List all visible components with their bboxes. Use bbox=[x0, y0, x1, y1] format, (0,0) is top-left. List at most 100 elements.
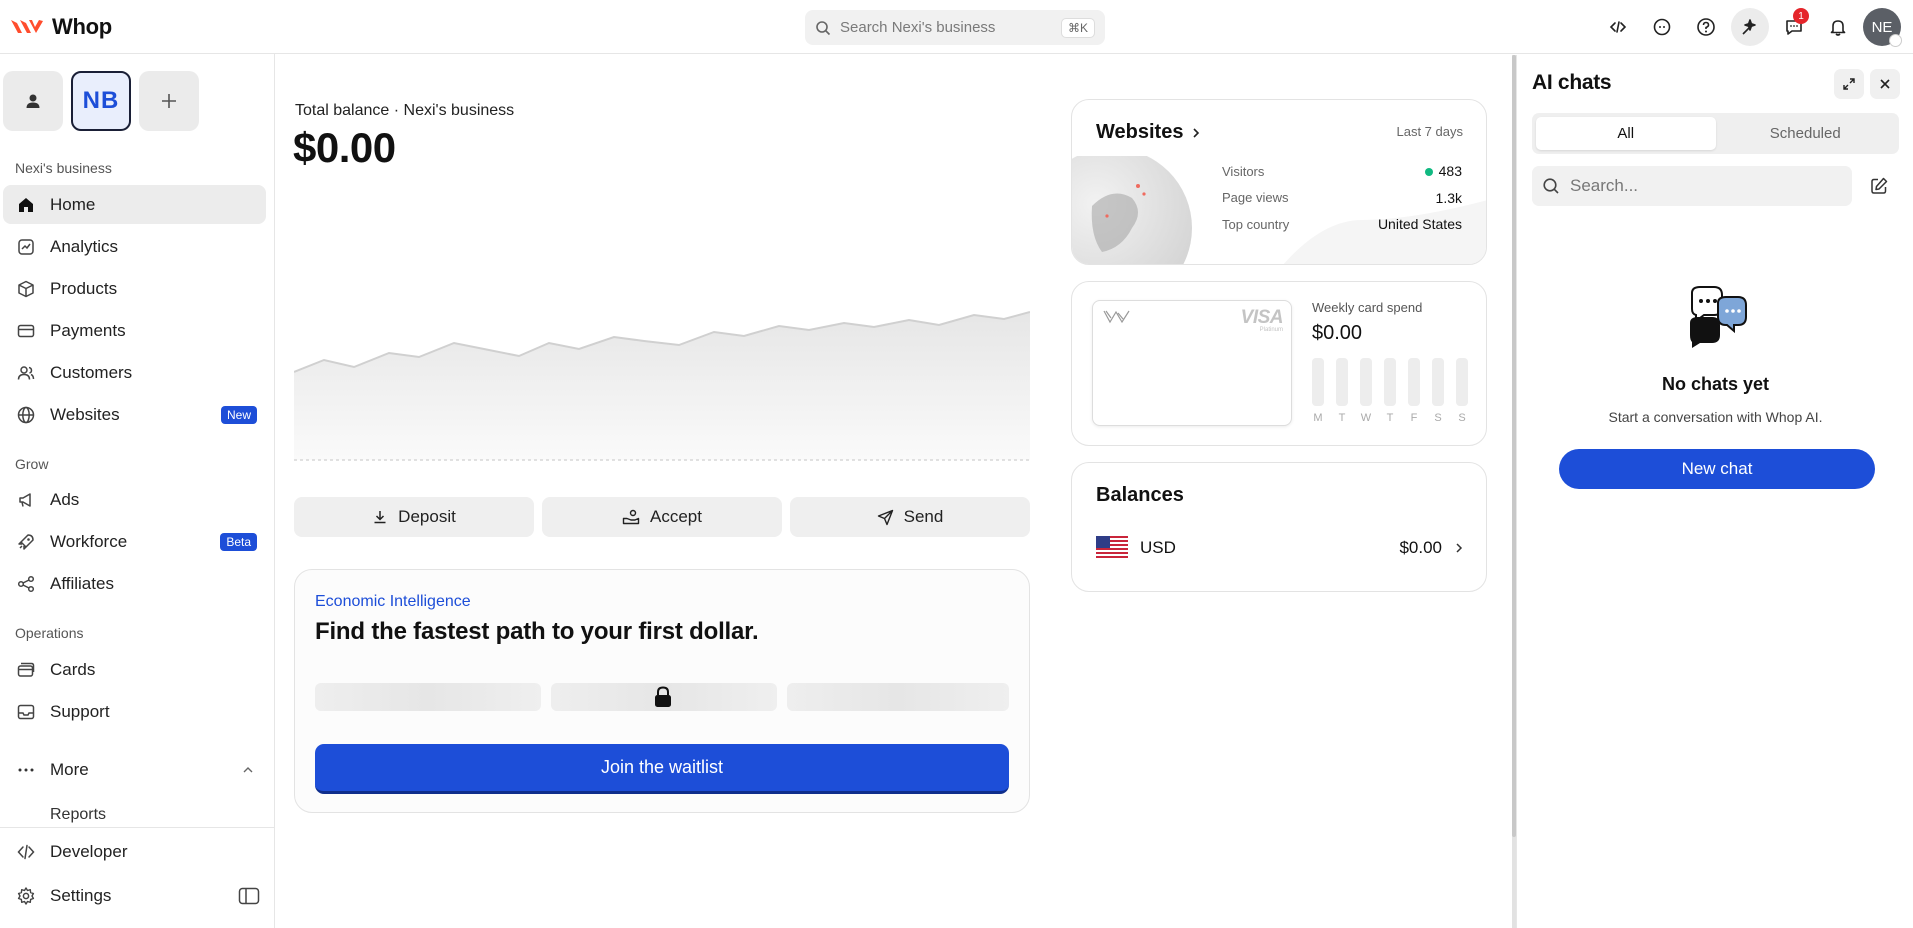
business-workspace-button[interactable]: NB bbox=[71, 71, 131, 131]
blurred-insight bbox=[315, 683, 541, 711]
search-icon bbox=[1542, 177, 1560, 195]
sidebar-item-label: Settings bbox=[50, 885, 112, 905]
spend-day-col: T bbox=[1384, 358, 1396, 424]
chat-search-input[interactable]: Search... bbox=[1532, 166, 1852, 206]
sparkle-icon[interactable] bbox=[1731, 8, 1769, 46]
card-spend-card[interactable]: VISA Platinum Weekly card spend $0.00 M … bbox=[1071, 281, 1487, 446]
tab-all[interactable]: All bbox=[1536, 117, 1716, 150]
expand-panel-button[interactable] bbox=[1834, 69, 1864, 99]
chevron-right-icon bbox=[1454, 542, 1464, 554]
sidebar-item-payments[interactable]: Payments bbox=[3, 311, 266, 350]
sidebar-collapse-icon[interactable] bbox=[238, 887, 260, 905]
section-label-grow: Grow bbox=[15, 456, 49, 472]
new-badge: New bbox=[220, 405, 257, 424]
sidebar-item-cards[interactable]: Cards bbox=[3, 650, 266, 689]
send-icon bbox=[877, 509, 894, 526]
weekly-spend-bars: M T W T F S S bbox=[1312, 358, 1468, 424]
balance-label: Total balance · Nexi's business bbox=[295, 102, 515, 119]
sidebar-item-support[interactable]: Support bbox=[3, 692, 266, 731]
personal-workspace-button[interactable] bbox=[3, 71, 63, 131]
help-icon[interactable] bbox=[1687, 8, 1725, 46]
balance-value: $0.00 bbox=[293, 124, 396, 171]
sidebar-item-label: Developer bbox=[50, 841, 128, 861]
sidebar-item-affiliates[interactable]: Affiliates bbox=[3, 564, 266, 603]
whop-logo[interactable]: Whop bbox=[10, 14, 112, 40]
tab-scheduled[interactable]: Scheduled bbox=[1716, 117, 1896, 150]
websites-card[interactable]: Websites Last 7 days Visitors 483 Page v… bbox=[1071, 99, 1487, 265]
send-label: Send bbox=[903, 507, 944, 526]
cards-icon bbox=[16, 660, 36, 680]
avatar-initials: NE bbox=[1871, 18, 1893, 36]
websites-card-header[interactable]: Websites bbox=[1096, 121, 1201, 144]
visa-card-image: VISA Platinum bbox=[1092, 300, 1292, 426]
messages-badge: 1 bbox=[1793, 8, 1809, 24]
global-search-input[interactable]: Search Nexi's business ⌘K bbox=[805, 10, 1105, 45]
send-button[interactable]: Send bbox=[790, 497, 1030, 537]
sidebar-item-websites[interactable]: Websites New bbox=[3, 395, 266, 434]
sidebar-more-toggle[interactable]: More bbox=[3, 750, 266, 789]
accept-button[interactable]: Accept bbox=[542, 497, 782, 537]
main-content: Total balance · Nexi's business $0.00 De… bbox=[276, 55, 1512, 928]
sidebar-item-ads[interactable]: Ads bbox=[3, 480, 266, 519]
code-icon bbox=[16, 842, 36, 862]
sidebar-item-products[interactable]: Products bbox=[3, 269, 266, 308]
user-avatar[interactable]: NE bbox=[1863, 8, 1902, 47]
code-icon[interactable] bbox=[1599, 8, 1637, 46]
new-chat-button[interactable]: New chat bbox=[1559, 449, 1875, 489]
accept-label: Accept bbox=[650, 507, 702, 526]
balance-row-usd[interactable]: USD $0.00 bbox=[1096, 533, 1464, 563]
spend-bar bbox=[1456, 358, 1468, 406]
chevron-right-icon bbox=[1191, 127, 1201, 139]
sidebar-item-workforce[interactable]: Workforce Beta bbox=[3, 522, 266, 561]
close-panel-button[interactable] bbox=[1870, 69, 1900, 99]
sidebar-item-label: Websites bbox=[50, 404, 120, 424]
stat-value: 1.3k bbox=[1435, 189, 1462, 206]
gear-icon bbox=[16, 886, 36, 906]
stat-top-country: Top country United States bbox=[1222, 211, 1462, 238]
top-icons: 1 NE bbox=[1599, 8, 1902, 47]
spend-bar bbox=[1432, 358, 1444, 406]
spend-day-label: S bbox=[1434, 412, 1442, 424]
add-workspace-button[interactable] bbox=[139, 71, 199, 131]
bell-icon[interactable] bbox=[1819, 8, 1857, 46]
globe-illustration bbox=[1072, 156, 1192, 264]
sidebar-item-customers[interactable]: Customers bbox=[3, 353, 266, 392]
sidebar-item-label: Cards bbox=[50, 659, 96, 679]
sidebar-item-analytics[interactable]: Analytics bbox=[3, 227, 266, 266]
visa-brand: VISA bbox=[1240, 307, 1284, 328]
sidebar-item-label: Analytics bbox=[50, 236, 119, 256]
spend-bar bbox=[1384, 358, 1396, 406]
visitors-value: 483 bbox=[1438, 163, 1462, 180]
rocket-icon bbox=[16, 532, 36, 552]
spend-value: $0.00 bbox=[1312, 322, 1363, 344]
sidebar-item-settings[interactable]: Settings bbox=[3, 876, 266, 915]
sidebar-item-label: Workforce bbox=[50, 531, 128, 551]
spend-day-col: S bbox=[1456, 358, 1468, 424]
stat-label: Page views bbox=[1222, 190, 1289, 206]
spend-day-label: T bbox=[1386, 412, 1394, 424]
whop-card-logo-icon bbox=[1102, 308, 1134, 326]
megaphone-icon bbox=[16, 490, 36, 510]
balance-chart bbox=[294, 311, 1030, 461]
spend-day-label: M bbox=[1313, 412, 1323, 424]
sidebar-item-reports[interactable]: Reports bbox=[50, 806, 106, 824]
deposit-button[interactable]: Deposit bbox=[294, 497, 534, 537]
blurred-insight bbox=[787, 683, 1009, 711]
spend-day-col: W bbox=[1360, 358, 1372, 424]
join-waitlist-button[interactable]: Join the waitlist bbox=[315, 744, 1009, 794]
section-label-business: Nexi's business bbox=[15, 160, 112, 176]
lock-icon bbox=[652, 685, 674, 709]
chat-bubble-icon[interactable] bbox=[1643, 8, 1681, 46]
sidebar-item-home[interactable]: Home bbox=[3, 185, 266, 224]
compose-button[interactable] bbox=[1866, 173, 1892, 199]
card-icon bbox=[16, 321, 36, 341]
empty-subtitle: Start a conversation with Whop AI. bbox=[1608, 409, 1823, 425]
hand-coin-icon bbox=[622, 509, 640, 525]
beta-badge: Beta bbox=[220, 532, 257, 551]
messages-icon[interactable]: 1 bbox=[1775, 8, 1813, 46]
stat-value: 483 bbox=[1424, 163, 1462, 180]
download-icon bbox=[372, 509, 388, 525]
sidebar-item-developer[interactable]: Developer bbox=[3, 832, 266, 871]
spend-day-label: T bbox=[1338, 412, 1346, 424]
compose-icon bbox=[1869, 176, 1889, 196]
